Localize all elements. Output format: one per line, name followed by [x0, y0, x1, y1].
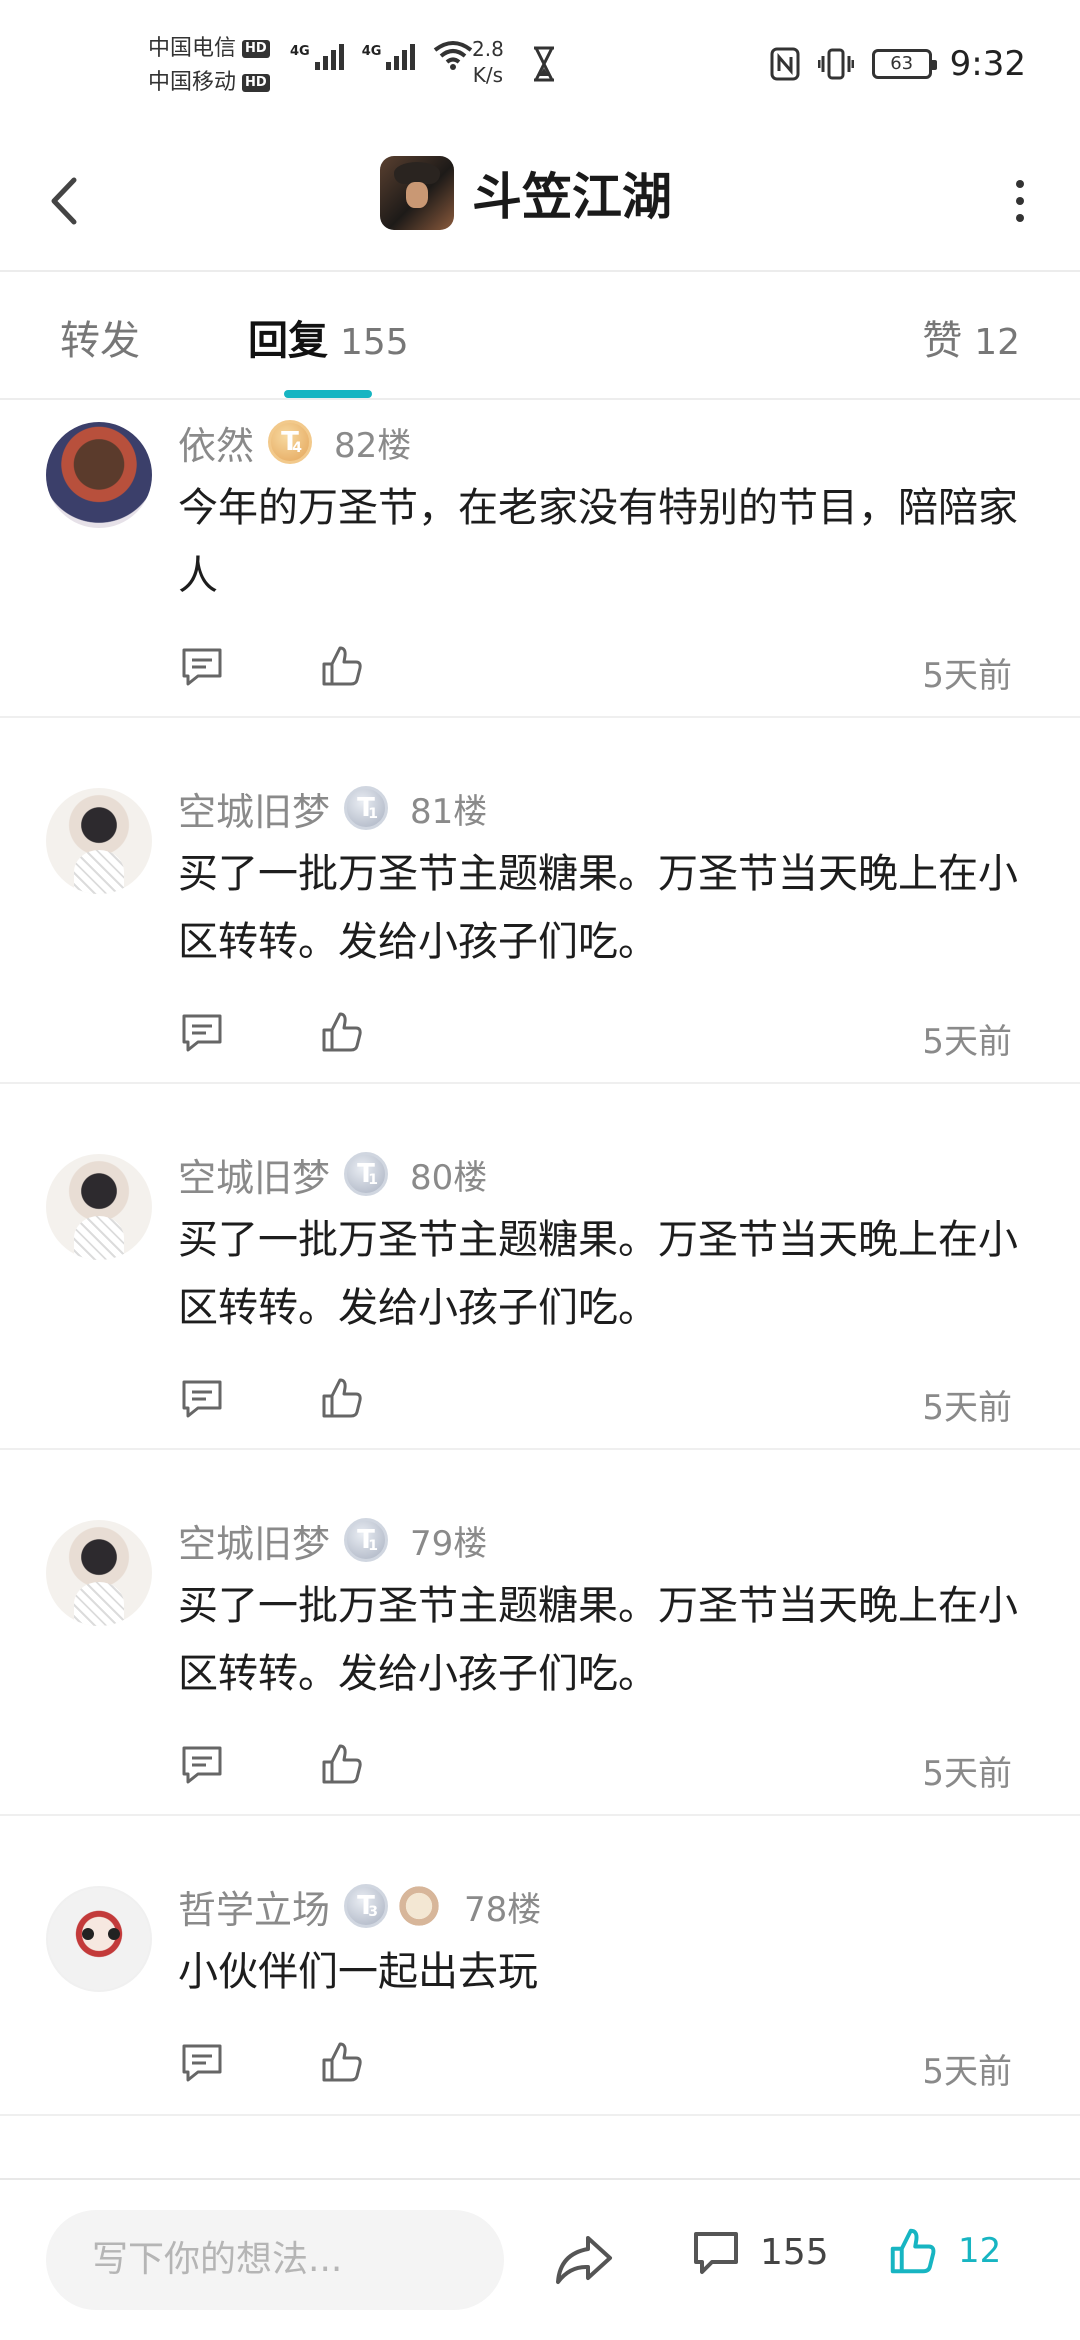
comment-icon[interactable]: [178, 642, 226, 690]
share-arrow-icon[interactable]: [552, 2230, 616, 2290]
comment-icon: [694, 2232, 738, 2274]
battery-icon: 63: [871, 49, 937, 79]
tab-repost[interactable]: 转发: [60, 308, 140, 366]
network-type: 4G: [290, 44, 310, 59]
floor-number: 82楼: [334, 425, 412, 466]
tab-like-label: 赞: [922, 318, 963, 364]
carrier-1: 中国电信: [148, 36, 237, 61]
active-tab-indicator: [284, 390, 372, 398]
thumbs-up-icon[interactable]: [318, 1008, 366, 1056]
status-bar: 中国电信 HD 中国移动 HD 4G 4G 2.8 K/s 63 9:32: [0, 0, 1080, 130]
wifi-icon: [434, 41, 473, 70]
reply-count: 155: [340, 322, 409, 363]
level-badge-icon: T1: [344, 1152, 389, 1196]
comment-input[interactable]: 写下你的想法...: [46, 2210, 504, 2310]
like-count: 12: [958, 2231, 1002, 2271]
more-vertical-icon[interactable]: [1000, 176, 1040, 226]
comment-item: 依然 T4 82楼 今年的万圣节，在老家没有特别的节目，陪陪家人 5天前: [0, 400, 1080, 718]
character-badge-icon: [396, 1883, 443, 1929]
hd-badge: HD: [242, 74, 270, 92]
thumbs-up-icon[interactable]: [318, 2038, 366, 2086]
signal-icons: 4G 4G: [290, 40, 473, 70]
speed-unit: K/s: [472, 63, 504, 87]
comment-icon[interactable]: [178, 2038, 226, 2086]
post-time: 5天前: [922, 2052, 1012, 2092]
thumbs-up-icon[interactable]: [318, 642, 366, 690]
chevron-left-icon[interactable]: [40, 166, 100, 236]
comment-text: 买了一批万圣节主题糖果。万圣节当天晚上在小区转转。发给小孩子们吃。: [178, 1583, 1018, 1697]
tab-bar: 转发 回复 155 赞 12: [0, 272, 1080, 400]
comment-text: 今年的万圣节，在老家没有特别的节目，陪陪家人: [178, 485, 1018, 599]
post-time: 5天前: [922, 1388, 1012, 1428]
floor-number: 78楼: [464, 1889, 542, 1930]
floor-number: 79楼: [410, 1523, 488, 1564]
level-badge-icon: T1: [344, 786, 389, 830]
signal-icon: 4G: [362, 44, 416, 70]
thumbs-up-icon[interactable]: [318, 1374, 366, 1422]
level-badge-icon: T3: [344, 1884, 389, 1928]
comment-icon[interactable]: [178, 1008, 226, 1056]
app-header: 斗笠江湖: [0, 130, 1080, 272]
game-logo: [380, 156, 454, 230]
carrier-2: 中国移动: [148, 70, 237, 95]
carrier-info: 中国电信 HD 中国移动 HD: [148, 32, 270, 100]
vibrate-icon: [817, 48, 854, 80]
comment-text: 买了一批万圣节主题糖果。万圣节当天晚上在小区转转。发给小孩子们吃。: [178, 1217, 1018, 1331]
comment-icon[interactable]: [178, 1740, 226, 1788]
network-type: 4G: [361, 44, 382, 59]
status-right: 63 9:32: [770, 44, 1026, 84]
comment-item: 哲学立场 T3 78楼 小伙伴们一起出去玩 5天前: [0, 1816, 1080, 2116]
tab-reply[interactable]: 回复 155: [248, 308, 409, 366]
username[interactable]: 依然: [178, 415, 254, 470]
comment-item: 空城旧梦 T1 80楼 买了一批万圣节主题糖果。万圣节当天晚上在小区转转。发给小…: [0, 1084, 1080, 1450]
level-badge-icon: T4: [268, 420, 313, 464]
comment-list: 依然 T4 82楼 今年的万圣节，在老家没有特别的节目，陪陪家人 5天前 空城旧: [0, 400, 1080, 2116]
floor-number: 80楼: [410, 1157, 488, 1198]
comment-button[interactable]: 155: [690, 2226, 829, 2278]
comment-text: 小伙伴们一起出去玩: [178, 1949, 538, 1995]
username[interactable]: 哲学立场: [178, 1879, 330, 1934]
post-time: 5天前: [922, 1022, 1012, 1062]
comment-item: 空城旧梦 T1 79楼 买了一批万圣节主题糖果。万圣节当天晚上在小区转转。发给小…: [0, 1450, 1080, 1816]
network-speed: 2.8 K/s: [472, 36, 504, 88]
hd-badge: HD: [242, 40, 270, 58]
like-count: 12: [974, 322, 1020, 363]
like-button[interactable]: 12: [886, 2224, 1001, 2278]
clock: 9:32: [949, 44, 1026, 84]
comment-text: 买了一批万圣节主题糖果。万圣节当天晚上在小区转转。发给小孩子们吃。: [178, 851, 1018, 965]
level-badge-icon: T1: [344, 1518, 389, 1562]
post-time: 5天前: [922, 1754, 1012, 1794]
page-title: 斗笠江湖: [472, 168, 672, 226]
thumbs-up-icon[interactable]: [318, 1740, 366, 1788]
tab-reply-label: 回复: [248, 318, 328, 364]
username[interactable]: 空城旧梦: [178, 781, 330, 836]
nfc-icon: [770, 47, 800, 81]
comment-count: 155: [760, 2231, 829, 2273]
bottom-action-bar: 写下你的想法... 155 12: [0, 2178, 1080, 2340]
title-group: 斗笠江湖: [380, 156, 672, 230]
hourglass-icon: [534, 46, 554, 82]
thumbs-up-icon: [890, 2228, 936, 2274]
comment-icon[interactable]: [178, 1374, 226, 1422]
speed-value: 2.8: [472, 37, 504, 61]
signal-icon: 4G: [290, 44, 344, 70]
tab-repost-label: 转发: [60, 318, 140, 364]
username[interactable]: 空城旧梦: [178, 1513, 330, 1568]
username[interactable]: 空城旧梦: [178, 1147, 330, 1202]
tab-like[interactable]: 赞 12: [922, 308, 1020, 366]
comment-item: 空城旧梦 T1 81楼 买了一批万圣节主题糖果。万圣节当天晚上在小区转转。发给小…: [0, 718, 1080, 1084]
floor-number: 81楼: [410, 791, 488, 832]
post-time: 5天前: [922, 656, 1012, 696]
